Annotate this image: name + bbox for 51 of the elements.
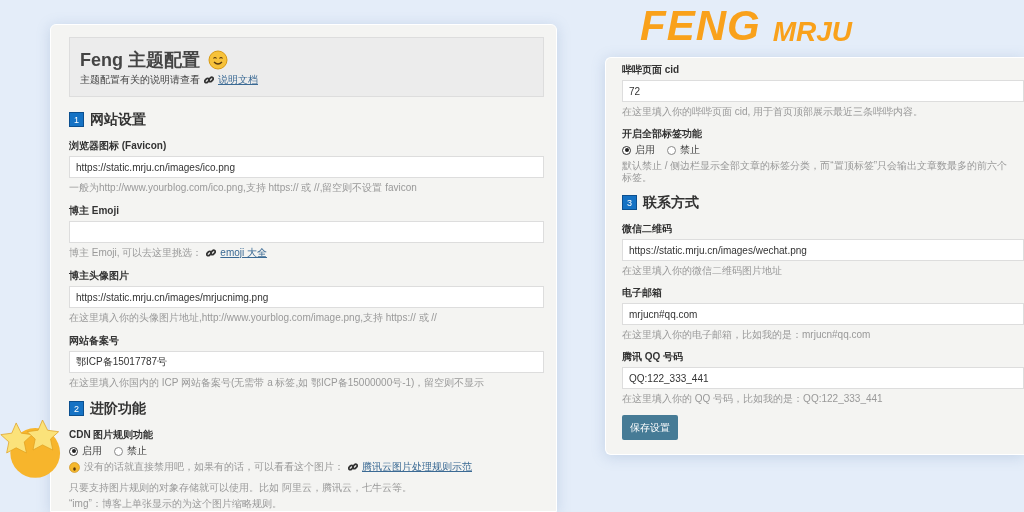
field-label: 开启全部标签功能 <box>622 128 702 140</box>
radio-option[interactable]: 禁止 <box>667 144 700 156</box>
link[interactable]: 腾讯云图片处理规则示范 <box>362 461 472 473</box>
input-field[interactable]: mrjucn#qq.com <box>622 303 1024 325</box>
link-icon <box>348 462 358 472</box>
field-label: 腾讯 QQ 号码 <box>622 351 684 363</box>
save-button[interactable]: 保存设置 <box>622 415 678 440</box>
input-field[interactable]: https://static.mrju.cn/images/wechat.png <box>622 239 1024 261</box>
field-label: 电子邮箱 <box>622 287 662 299</box>
logo-text: MRJU <box>772 18 852 46</box>
field-label: 网站备案号 <box>69 335 119 347</box>
section-title: 进阶功能 <box>90 399 146 418</box>
note-text: “img”：博客上单张显示的为这个图片缩略规则。 <box>69 498 283 510</box>
number-badge: 1 <box>69 112 84 127</box>
link-icon <box>206 248 217 258</box>
section-title: 联系方式 <box>643 193 699 212</box>
field-label: 微信二维码 <box>622 223 672 235</box>
input-field[interactable]: 72 <box>622 80 1024 102</box>
hint-text: 博主 Emoji, 可以去这里挑选： <box>69 247 203 259</box>
radio-option[interactable]: 禁止 <box>114 445 147 457</box>
input-field[interactable]: https://static.mrju.cn/images/ico.png <box>69 156 544 178</box>
field-label: 浏览器图标 (Favicon) <box>69 140 167 152</box>
field-label: 博主头像图片 <box>69 270 129 282</box>
field-label: 博主 Emoji <box>69 205 119 217</box>
input-field[interactable]: https://static.mrju.cn/images/mrjucnimg.png <box>69 286 544 308</box>
field-label: 哔哔页面 cid <box>622 64 680 76</box>
hint-text: 没有的话就直接禁用吧，如果有的话，可以看看这个图片： <box>84 461 344 473</box>
input-field[interactable]: 鄂ICP备15017787号 <box>69 351 544 373</box>
hint-text: 默认禁止 / 侧边栏显示全部文章的标签分类，而“置顶标签”只会输出文章数最多的前六个标签。 <box>622 160 1008 184</box>
input-field[interactable] <box>69 221 544 243</box>
hint-text: 在这里填入你的微信二维码图片地址 <box>622 265 782 277</box>
field-label: CDN 图片规则功能 <box>69 429 154 441</box>
radio-option[interactable]: 启用 <box>69 445 102 457</box>
note-text: 只要支持图片规则的对象存储就可以使用。比如 阿里云，腾讯云，七牛云等。 <box>69 482 413 494</box>
link[interactable]: emoji 大全 <box>220 247 268 259</box>
number-badge: 3 <box>622 195 637 210</box>
hint-text: 在这里填入你国内的 ICP 网站备案号(无需带 a 标签,如 鄂ICP备15000000号-1)，留空则不显示 <box>69 377 485 389</box>
radio-option[interactable]: 启用 <box>622 144 655 156</box>
subtitle-text: 主题配置有关的说明请查看 <box>80 73 200 87</box>
section-title: 网站设置 <box>90 110 146 129</box>
docs-link[interactable]: 说明文档 <box>218 72 258 87</box>
link-icon <box>204 74 214 85</box>
hint-text: 在这里填入你的电子邮箱，比如我的是：mrjucn#qq.com <box>622 329 871 341</box>
smile-emoji-icon <box>208 50 228 70</box>
page-title: Feng 主题配置 <box>80 49 200 72</box>
hint-text: 在这里填入你的头像图片地址,http://www.yourblog.com/image.png,支持 https:// 或 // <box>69 312 437 324</box>
number-badge: 2 <box>69 401 84 416</box>
logo-text: FENG <box>640 6 761 46</box>
hint-text: 在这里填入你的 QQ 号码，比如我的是：QQ:122_333_441 <box>622 393 883 405</box>
hint-text: 在这里填入你的哔哔页面 cid, 用于首页顶部展示最近三条哔哔内容。 <box>622 106 924 118</box>
input-field[interactable]: QQ:122_333_441 <box>622 367 1024 389</box>
